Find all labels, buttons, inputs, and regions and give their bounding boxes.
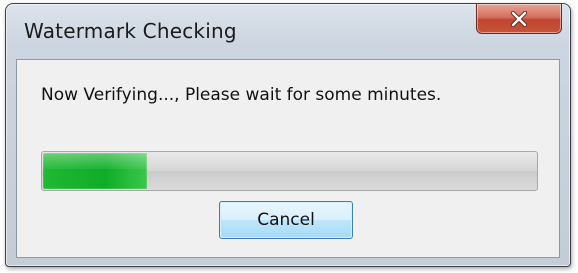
status-message: Now Verifying..., Please wait for some m… (41, 85, 442, 105)
dialog-window: Watermark Checking Now Verifying..., Ple… (5, 3, 571, 267)
close-button[interactable] (476, 4, 562, 34)
cancel-button[interactable]: Cancel (219, 201, 353, 239)
progress-bar-fill (43, 153, 147, 189)
dialog-content: Now Verifying..., Please wait for some m… (16, 59, 560, 258)
title-bar[interactable]: Watermark Checking (6, 4, 570, 56)
progress-bar (41, 151, 538, 191)
window-title: Watermark Checking (24, 19, 237, 43)
close-icon (510, 10, 528, 27)
